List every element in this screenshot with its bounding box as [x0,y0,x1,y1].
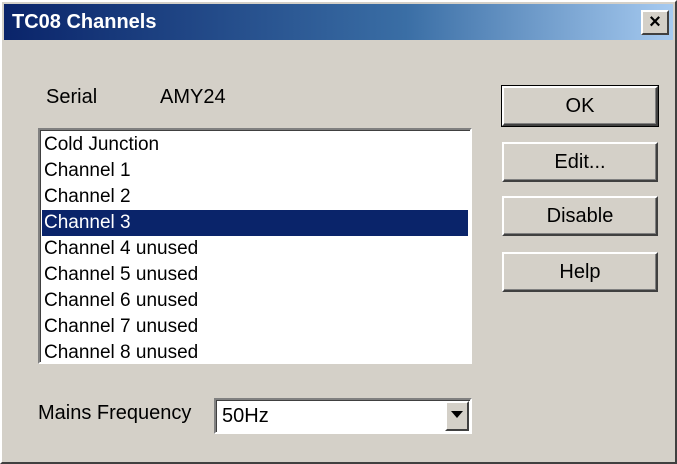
channel-list: Cold Junction Channel 1 Channel 2 Channel 3… [42,132,468,362]
list-item[interactable]: Cold Junction [42,132,468,158]
list-item[interactable]: Channel 2 [42,184,468,210]
list-item[interactable]: Channel 5 unused [42,262,468,288]
mains-frequency-value: 50Hz [222,405,269,427]
list-item[interactable]: Channel 4 unused [42,236,468,262]
chevron-down-icon [451,411,463,418]
list-item[interactable]: Channel 8 unused [42,340,468,362]
dropdown-button[interactable] [445,401,469,431]
list-item[interactable]: Channel 6 unused [42,288,468,314]
list-item[interactable]: Channel 7 unused [42,314,468,340]
serial-label: Serial [46,86,98,108]
close-icon: × [649,11,661,33]
list-item[interactable]: Channel 3 [42,210,468,236]
channel-listbox[interactable]: Cold Junction Channel 1 Channel 2 Channel 3… [38,128,472,364]
mains-frequency-label: Mains Frequency [38,402,192,424]
ok-button[interactable]: OK [501,85,659,127]
tc08-channels-dialog: TC08 Channels × Serial AMY24 Cold Juncti… [0,0,677,464]
disable-button[interactable]: Disable [502,196,658,236]
mains-frequency-select[interactable]: 50Hz [214,398,472,434]
edit-button[interactable]: Edit... [502,142,658,182]
title-bar: TC08 Channels × [4,4,673,40]
close-button[interactable]: × [641,10,669,35]
serial-value: AMY24 [160,86,226,108]
window-title: TC08 Channels [12,11,157,33]
list-item[interactable]: Channel 1 [42,158,468,184]
help-button[interactable]: Help [502,252,658,292]
